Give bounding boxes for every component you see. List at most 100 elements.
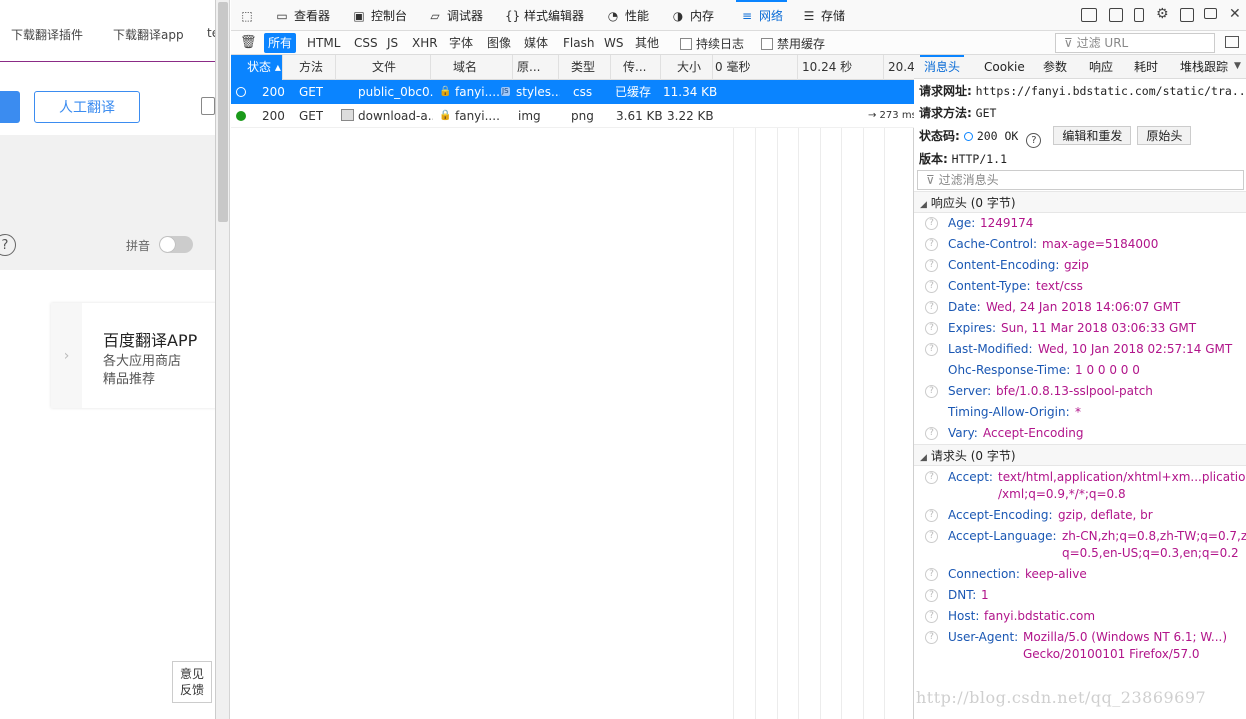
column-type[interactable]: 类型	[559, 55, 611, 80]
filter-fonts[interactable]: 字体	[445, 33, 477, 53]
tab-stack-trace[interactable]: 堆栈跟踪	[1180, 55, 1228, 79]
request-method-line: 请求方法: GET	[919, 104, 996, 121]
close-icon[interactable]: ✕	[1229, 6, 1241, 22]
column-file[interactable]: 文件	[336, 55, 431, 80]
help-icon[interactable]: ?	[925, 280, 938, 293]
request-url-value[interactable]: https://fanyi.bdstatic.com/static/tra...	[976, 84, 1246, 98]
disable-cache-checkbox[interactable]: 禁用缓存	[761, 35, 825, 52]
tab-params[interactable]: 参数	[1043, 55, 1067, 79]
nav-download-app[interactable]: 下载翻译app	[113, 26, 184, 43]
help-icon[interactable]: ?	[925, 530, 938, 543]
dock-icon[interactable]	[1180, 8, 1194, 22]
help-icon[interactable]: ?	[925, 509, 938, 522]
filter-images[interactable]: 图像	[483, 33, 515, 53]
column-cause[interactable]: 原...	[513, 55, 559, 80]
app-promo-card[interactable]: › 百度翻译APP 各大应用商店 精品推荐	[51, 303, 215, 408]
column-domain[interactable]: 域名	[431, 55, 513, 80]
header-value-continued: /xml;q=0.9,*/*;q=0.8	[998, 487, 1126, 501]
scrollbar-thumb[interactable]	[218, 2, 228, 222]
tab-performance[interactable]: ◔ 性能	[606, 0, 649, 31]
human-translate-button[interactable]: 人工翻译	[34, 91, 140, 123]
pinyin-toggle[interactable]	[159, 236, 193, 253]
column-transferred[interactable]: 传...	[611, 55, 661, 80]
row-cause: styles...	[516, 85, 560, 99]
url-filter-input[interactable]: ⊽ 过滤 URL	[1055, 33, 1215, 53]
gear-icon[interactable]: ⚙	[1156, 6, 1169, 22]
help-icon[interactable]: ?	[925, 631, 938, 644]
help-icon[interactable]: ?	[925, 259, 938, 272]
tab-network[interactable]: ≡ 网络	[736, 0, 788, 31]
chevron-left-icon[interactable]: ›	[51, 303, 82, 408]
tab-debugger[interactable]: ▱ 调试器	[428, 0, 483, 31]
help-icon[interactable]: ?	[925, 322, 938, 335]
request-headers-section[interactable]: ◢ 请求头 (0 字节)	[914, 444, 1246, 466]
tab-inspector[interactable]: ▭ 查看器	[275, 0, 330, 31]
trash-icon[interactable]: 🗑	[240, 35, 257, 50]
webpage-scrollbar[interactable]	[216, 0, 230, 719]
toggle-sidebar-icon[interactable]	[1225, 36, 1239, 48]
persist-logs-checkbox[interactable]: 持续日志	[680, 35, 744, 52]
timeline-tick-1[interactable]: 10.24 秒	[798, 55, 884, 80]
checkbox-box[interactable]	[680, 37, 692, 50]
help-icon[interactable]: ?	[925, 589, 938, 602]
help-icon[interactable]: ?	[1026, 133, 1042, 148]
timeline-tick-0[interactable]: 0 毫秒	[713, 55, 798, 80]
filter-xhr[interactable]: XHR	[408, 33, 442, 53]
header-value: 1	[981, 588, 989, 602]
tab-response[interactable]: 响应	[1089, 55, 1113, 79]
help-icon[interactable]: ?	[925, 343, 938, 356]
nav-truncated-item[interactable]: te	[207, 26, 215, 40]
tab-headers[interactable]: 消息头	[920, 55, 965, 79]
row-method: GET	[299, 85, 324, 99]
checkbox-box[interactable]	[761, 37, 773, 50]
column-method[interactable]: 方法	[283, 55, 336, 80]
document-icon[interactable]	[201, 97, 215, 115]
header-name: Accept-Language:	[948, 529, 1057, 543]
edit-resend-button[interactable]: 编辑和重发	[1053, 126, 1132, 145]
translate-button[interactable]	[0, 91, 20, 123]
scratchpad-icon[interactable]	[1109, 8, 1123, 22]
help-icon[interactable]: ?	[925, 301, 938, 314]
request-row[interactable]: 200 GET public_0bc0... 🔒 fanyi.... JS st…	[231, 80, 914, 104]
responsive-design-icon[interactable]	[1134, 8, 1144, 22]
filter-js[interactable]: JS	[383, 33, 402, 53]
help-icon[interactable]: ?	[925, 471, 938, 484]
tab-cookies[interactable]: Cookie	[984, 55, 1025, 79]
timeline-tick-2[interactable]: 20.48	[884, 55, 914, 80]
help-icon[interactable]: ?	[925, 610, 938, 623]
row-file: public_0bc0...	[358, 85, 433, 99]
tab-storage[interactable]: ☰ 存储	[802, 0, 845, 31]
column-status[interactable]: 状态 ▴	[231, 55, 283, 80]
undock-icon[interactable]	[1204, 8, 1217, 19]
response-headers-section[interactable]: ◢ 响应头 (0 字节)	[914, 191, 1246, 213]
help-icon[interactable]: ?	[925, 427, 938, 440]
tab-memory[interactable]: ◑ 内存	[671, 0, 714, 31]
tab-console[interactable]: ▣ 控制台	[352, 0, 407, 31]
tab-timings[interactable]: 耗时	[1134, 55, 1158, 79]
filter-all[interactable]: 所有	[264, 33, 297, 53]
chevron-down-icon[interactable]: ▼	[1234, 61, 1241, 71]
feedback-button[interactable]: 意见 反馈	[172, 661, 212, 703]
nav-download-plugin[interactable]: 下载翻译插件	[11, 26, 83, 43]
filter-other[interactable]: 其他	[631, 33, 663, 53]
help-icon[interactable]: ?	[925, 385, 938, 398]
column-size[interactable]: 大小	[661, 55, 713, 80]
raw-headers-button[interactable]: 原始头	[1137, 126, 1192, 145]
filter-ws[interactable]: WS	[600, 33, 627, 53]
header-name: Accept:	[948, 470, 993, 484]
help-icon[interactable]: ?	[925, 217, 938, 230]
header-filter-input[interactable]: ⊽ 过滤消息头	[917, 170, 1244, 190]
split-layout-icon[interactable]	[1081, 8, 1097, 22]
status-code-label: 状态码:	[919, 129, 960, 143]
triangle-down-icon: ◢	[920, 200, 927, 210]
filter-html[interactable]: HTML	[303, 33, 344, 53]
tab-style-editor[interactable]: {} 样式编辑器	[505, 0, 584, 31]
help-icon[interactable]: ?	[925, 238, 938, 251]
filter-css[interactable]: CSS	[350, 33, 382, 53]
element-picker-button[interactable]: ⬚	[240, 0, 259, 31]
filter-media[interactable]: 媒体	[520, 33, 552, 53]
help-icon[interactable]: ?	[925, 568, 938, 581]
filter-flash[interactable]: Flash	[559, 33, 598, 53]
request-row[interactable]: 200 GET download-a... 🔒 fanyi.... img pn…	[231, 104, 917, 128]
header-value: text/css	[1036, 279, 1083, 293]
